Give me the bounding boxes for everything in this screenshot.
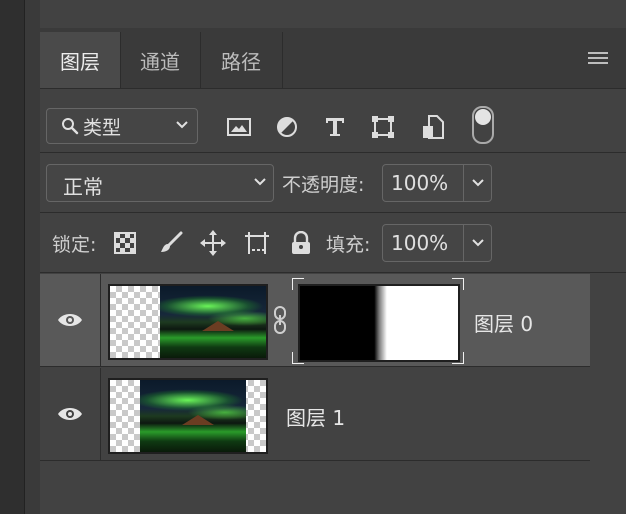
layer-row-1[interactable]: 图层 1 — [40, 368, 590, 461]
chevron-down-icon — [472, 239, 484, 247]
lock-artboard-icon[interactable] — [244, 230, 270, 256]
filter-kind-label: 类型 — [83, 116, 122, 139]
fill-dropdown-button[interactable] — [463, 225, 492, 261]
image-filter-icon[interactable] — [226, 114, 252, 140]
opacity-label: 不透明度: — [282, 174, 365, 196]
adjustment-filter-icon[interactable] — [274, 114, 300, 140]
eye-icon — [58, 314, 82, 326]
blend-mode-select[interactable]: 正常 — [46, 164, 274, 202]
eye-icon — [58, 408, 82, 420]
aurora-image — [160, 286, 266, 358]
tab-paths-label: 路径 — [221, 49, 261, 74]
opacity-value: 100% — [391, 171, 449, 195]
filter-kind-select[interactable]: 类型 — [46, 108, 198, 144]
lock-image-pixels-icon[interactable] — [158, 230, 184, 256]
panel-menu-icon[interactable] — [588, 52, 608, 66]
opacity-dropdown-button[interactable] — [463, 165, 492, 201]
layer-thumbnail[interactable] — [108, 284, 268, 360]
layer-mask-thumbnail[interactable] — [298, 284, 460, 362]
shape-filter-icon[interactable] — [370, 114, 396, 140]
panel-tab-bar: 图层 通道 路径 — [40, 28, 626, 89]
layers-panel: 图层 通道 路径 类型 正常 不透明度: 100% 锁定: 填充: 100% 图… — [40, 28, 626, 514]
layers-list: 图层 0 图层 1 — [40, 272, 590, 462]
lock-all-icon[interactable] — [288, 230, 314, 256]
tab-layers-label: 图层 — [60, 49, 100, 74]
tab-paths[interactable]: 路径 — [200, 32, 283, 88]
lock-position-icon[interactable] — [200, 230, 226, 256]
tab-layers[interactable]: 图层 — [40, 32, 121, 88]
type-filter-icon[interactable] — [322, 114, 348, 140]
lock-fill-bar: 锁定: 填充: 100% — [40, 212, 626, 273]
layer-name[interactable]: 图层 1 — [286, 402, 345, 431]
layer-name[interactable]: 图层 0 — [474, 308, 533, 337]
search-icon — [61, 117, 79, 135]
visibility-toggle[interactable] — [40, 368, 101, 460]
filter-toggle-switch[interactable] — [472, 106, 494, 144]
fill-label: 填充: — [326, 234, 371, 256]
tab-channels-label: 通道 — [140, 49, 180, 74]
link-icon[interactable] — [272, 306, 288, 334]
aurora-image — [140, 380, 246, 452]
left-panel-strip — [0, 0, 25, 514]
visibility-toggle[interactable] — [40, 274, 101, 366]
chevron-down-icon — [253, 175, 267, 189]
lock-label: 锁定: — [52, 234, 97, 256]
lock-transparent-pixels-icon[interactable] — [112, 230, 138, 256]
blend-mode-value: 正常 — [63, 175, 103, 199]
layer-row-0[interactable]: 图层 0 — [40, 274, 590, 367]
tab-channels[interactable]: 通道 — [120, 32, 201, 88]
fill-input[interactable]: 100% — [382, 224, 492, 262]
toggle-knob — [475, 109, 491, 125]
layer-filter-bar: 类型 — [40, 88, 626, 153]
layer-thumbnail[interactable] — [108, 378, 268, 454]
chevron-down-icon — [175, 118, 189, 132]
opacity-input[interactable]: 100% — [382, 164, 492, 202]
blend-opacity-bar: 正常 不透明度: 100% — [40, 152, 626, 213]
upper-panel-area — [40, 0, 626, 29]
smart-object-filter-icon[interactable] — [420, 114, 446, 140]
fill-value: 100% — [391, 231, 449, 255]
chevron-down-icon — [472, 179, 484, 187]
